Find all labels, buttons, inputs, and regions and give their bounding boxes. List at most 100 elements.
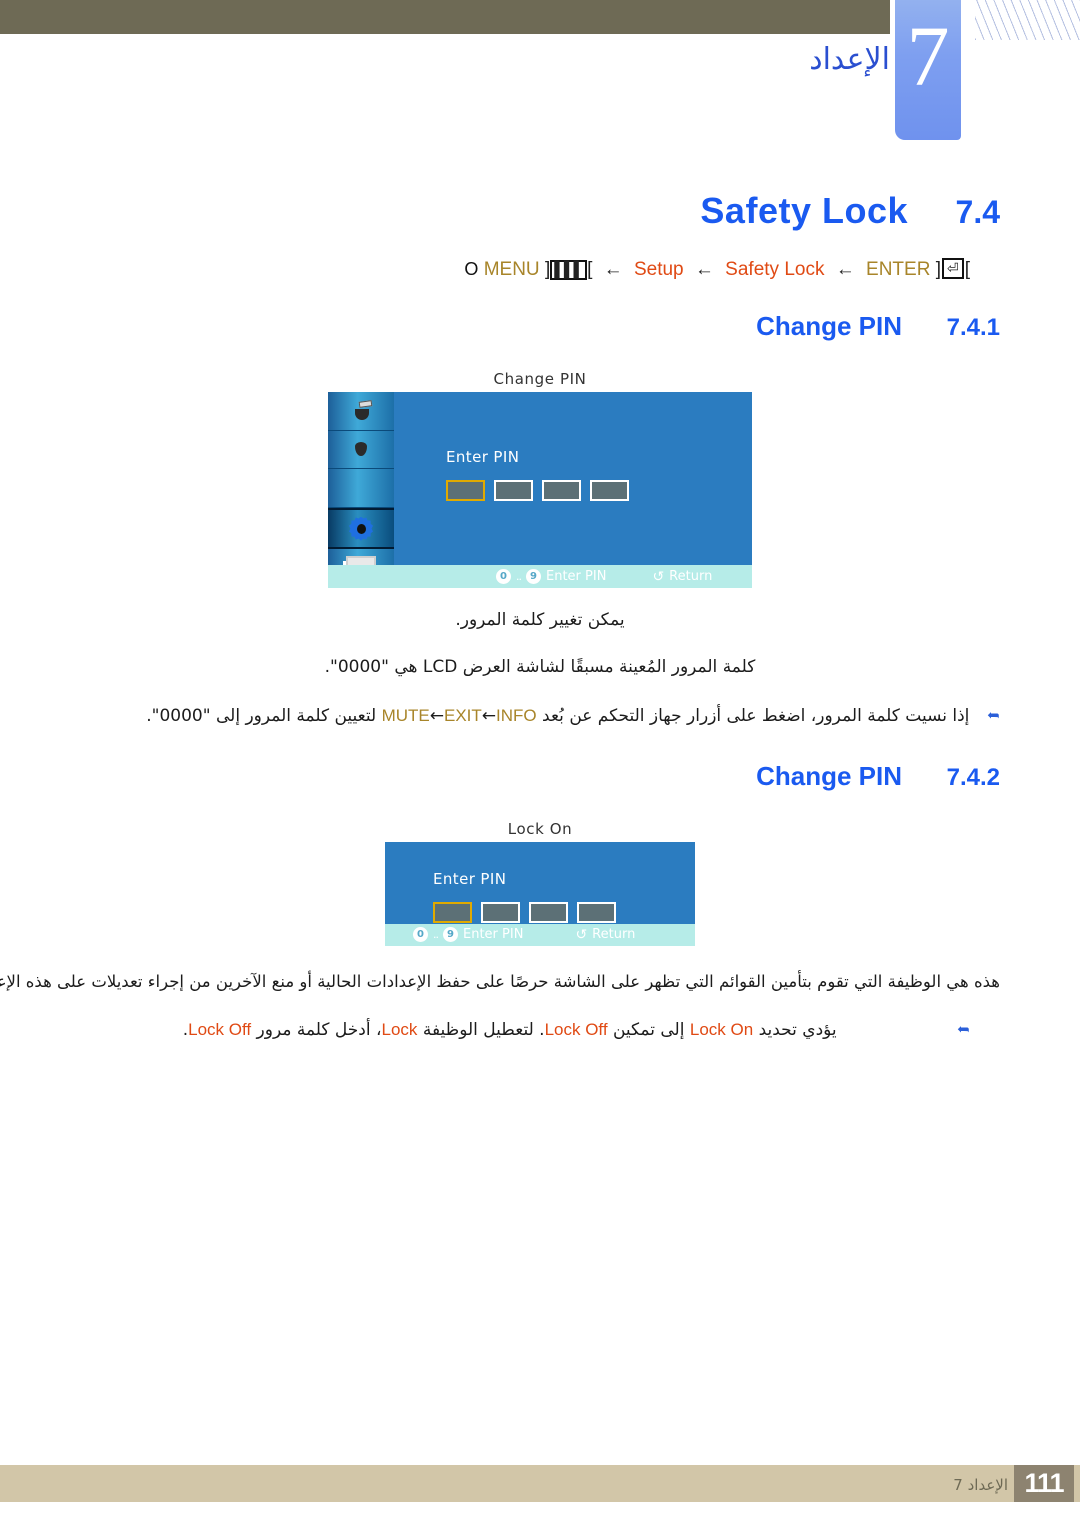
breadcrumb-arrow-1: ← xyxy=(603,259,623,280)
hatch-decoration xyxy=(975,0,1080,40)
pin-input-row-2[interactable] xyxy=(433,901,695,923)
footer-chapter-label: الإعداد 7 xyxy=(953,1476,1008,1494)
key-range-dots-2: .. xyxy=(433,928,439,942)
osd-hint-return-1: ↺ Return xyxy=(652,569,712,585)
key-range-dots: .. xyxy=(516,570,522,583)
return-icon-2: ↺ xyxy=(575,926,588,943)
paragraph-742-1: هذه هي الوظيفة التي تقوم بتأمين القوائم … xyxy=(0,971,1000,991)
footer-band xyxy=(0,1465,1080,1502)
breadcrumb: O MENU ] ▌▌▌[ ← Setup ← Safety Lock ← ENT… xyxy=(80,258,1000,281)
enter-key-icon: ⏎ xyxy=(941,258,964,279)
subsection-title-2: Change PIN xyxy=(756,760,902,791)
bracket-close-2: ] xyxy=(935,259,941,280)
osd-panel-1: Enter PIN xyxy=(394,392,752,588)
key-0-icon: 0 xyxy=(496,569,511,584)
osd-footer-1: 0 .. 9 Enter PIN ↺ Return xyxy=(328,565,752,588)
osd-menu-input[interactable] xyxy=(328,469,394,508)
brush-icon xyxy=(349,400,373,422)
menu-key-icon: ▌▌▌ xyxy=(550,260,588,280)
breadcrumb-arrow-3: ← xyxy=(835,259,855,280)
osd-hint-label-return-2: Return xyxy=(592,927,636,943)
key-lock-off-2: Lock Off xyxy=(188,1019,252,1039)
key-9-icon-2: 9 xyxy=(443,927,458,943)
note-741-arrow-1: ← xyxy=(481,705,497,726)
breadcrumb-enter-label: ENTER xyxy=(866,259,931,280)
gear-icon xyxy=(349,516,373,541)
enter-pin-label-1: Enter PIN xyxy=(446,448,520,466)
osd-menu-sound[interactable] xyxy=(328,431,394,470)
osd-hint-return-2: ↺ Return xyxy=(575,927,635,943)
note-742-text: يؤدي تحديد Lock On إلى تمكين Lock Off. ل… xyxy=(80,1016,939,1045)
osd-caption-1: Change PIN xyxy=(493,370,587,388)
page-content: Safety Lock 7.4 O MENU ] ▌▌▌[ ← Setup ← S… xyxy=(0,190,1000,1065)
osd-hint-enter-pin-2: 0 .. 9 Enter PIN xyxy=(413,927,524,943)
key-lock-on: Lock On xyxy=(689,1019,754,1039)
pin-box-4[interactable] xyxy=(590,480,629,501)
note-742-mid-2: . لتعطيل الوظيفة xyxy=(417,1019,545,1040)
note-741-arrow-2: ← xyxy=(429,705,444,726)
subsection-number-1: 7.4.1 xyxy=(946,314,1000,341)
pin-box-2[interactable] xyxy=(494,480,533,501)
key-info: INFO xyxy=(496,705,537,725)
osd-hint-label-enter-pin-1: Enter PIN xyxy=(546,569,607,584)
pin-input-row-1[interactable] xyxy=(446,480,752,501)
note-742-mid-1: إلى تمكين xyxy=(607,1019,690,1040)
breadcrumb-menu-label: MENU xyxy=(483,259,540,280)
osd-menu-picture[interactable] xyxy=(328,392,394,431)
paragraph-741-2: كلمة المرور المُعينة مسبقًا لشاشة العرض … xyxy=(324,656,756,677)
pin-box-2-3[interactable] xyxy=(529,901,568,923)
section-heading: Safety Lock 7.4 xyxy=(80,190,1000,232)
page-number: 111 xyxy=(1014,1465,1074,1502)
note-742: ➦ يؤدي تحديد Lock On إلى تمكين Lock Off.… xyxy=(80,1016,1000,1045)
osd-body-2: Enter PIN 0 .. 9 Enter PIN ↺ Return xyxy=(385,841,695,946)
note-741-pre: إذا نسيت كلمة المرور، اضغط على أزرار جها… xyxy=(536,705,970,726)
osd-menu-setup[interactable] xyxy=(328,507,394,550)
osd-caption-2: Lock On xyxy=(507,819,573,838)
section-number: 7.4 xyxy=(955,194,1000,230)
power-circle-icon: O xyxy=(464,259,479,279)
osd-sidebar xyxy=(328,392,394,588)
note-742-pre: يؤدي تحديد xyxy=(753,1019,837,1040)
subsection-title-1: Change PIN xyxy=(756,311,902,341)
chapter-number: 7 xyxy=(906,8,950,104)
chapter-title: الإعداد xyxy=(809,42,890,77)
droplet-icon xyxy=(355,442,367,457)
return-icon: ↺ xyxy=(652,568,665,585)
key-0-icon-2: 0 xyxy=(413,927,428,943)
osd-hint-label-enter-pin-2: Enter PIN xyxy=(463,927,524,943)
note-742-mid-3: ، أدخل كلمة مرور xyxy=(251,1019,382,1040)
note-741-text: إذا نسيت كلمة المرور، اضغط على أزرار جها… xyxy=(80,702,969,731)
header-band xyxy=(0,0,890,34)
note-741-post: لتعيين كلمة المرور إلى "0000". xyxy=(146,705,382,726)
osd-hint-label-return-1: Return xyxy=(669,569,713,584)
osd-footer-2: 0 .. 9 Enter PIN ↺ Return xyxy=(385,923,695,946)
breadcrumb-arrow-2: ← xyxy=(694,259,714,280)
paragraph-741-1: يمكن تغيير كلمة المرور. xyxy=(455,610,625,630)
osd-hint-enter-pin-1: 0 .. 9 Enter PIN xyxy=(496,569,606,584)
pin-box-3[interactable] xyxy=(542,480,581,501)
note-arrow-icon-2: ➦ xyxy=(957,1020,970,1038)
key-lock: Lock xyxy=(381,1019,418,1039)
bracket-open-2: [ xyxy=(964,259,970,280)
pin-box-2-4[interactable] xyxy=(577,901,616,923)
breadcrumb-setup: Setup xyxy=(633,259,684,280)
pin-box-2-2[interactable] xyxy=(481,901,520,923)
breadcrumb-safety-lock: Safety Lock xyxy=(725,259,825,280)
subsection-heading-2: Change PIN 7.4.2 xyxy=(80,761,1000,792)
page-title: Safety Lock xyxy=(700,190,908,231)
subsection-heading-1: Change PIN 7.4.1 xyxy=(80,311,1000,342)
pin-box-2-1[interactable] xyxy=(433,901,472,923)
key-lock-off-1: Lock Off xyxy=(544,1019,608,1039)
osd-body-1: Enter PIN 0 .. 9 Enter PIN ↺ Return xyxy=(328,392,752,588)
osd-screenshot-1: Change PIN Enter PIN 0 .. 9 Enter PIN ↺ … xyxy=(328,370,752,588)
key-mute: MUTE xyxy=(381,705,430,725)
subsection-number-2: 7.4.2 xyxy=(946,763,1000,791)
note-arrow-icon: ➦ xyxy=(987,706,1000,724)
bracket-open: [ xyxy=(587,259,593,280)
osd-screenshot-2: Lock On Enter PIN 0 .. 9 Enter PIN ↺ Ret… xyxy=(385,820,695,946)
key-exit: EXIT xyxy=(444,705,482,725)
key-9-icon: 9 xyxy=(526,569,541,584)
pin-box-1[interactable] xyxy=(446,480,485,501)
note-741: ➦ إذا نسيت كلمة المرور، اضغط على أزرار ج… xyxy=(80,702,1000,731)
enter-pin-label-2: Enter PIN xyxy=(433,869,507,888)
